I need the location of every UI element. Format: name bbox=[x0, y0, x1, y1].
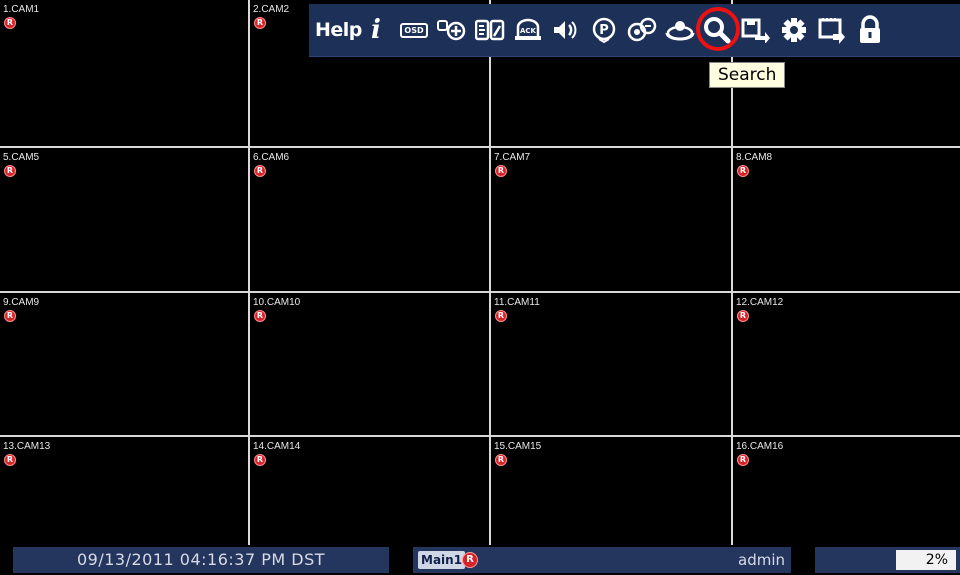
lock-icon bbox=[860, 15, 880, 43]
main-monitor-panel: Main1 R admin bbox=[413, 547, 791, 573]
audio-button[interactable] bbox=[549, 10, 583, 50]
record-icon: R bbox=[495, 454, 507, 466]
info-button[interactable]: i bbox=[359, 10, 393, 50]
disk-usage-panel: 2% bbox=[815, 547, 960, 573]
osd-button[interactable]: OSD bbox=[397, 10, 431, 50]
camera-label: 14.CAM14 bbox=[253, 441, 301, 452]
camera-tile[interactable]: 16.CAM16 R bbox=[733, 437, 960, 545]
clip-copy-icon bbox=[818, 18, 845, 44]
datetime-display: 09/13/2011 04:16:37 PM DST bbox=[13, 547, 389, 573]
camera-label: 11.CAM11 bbox=[494, 297, 540, 308]
help-button[interactable]: Help bbox=[315, 19, 362, 41]
camera-label: 7.CAM7 bbox=[494, 152, 531, 163]
record-icon: R bbox=[737, 310, 749, 322]
camera-label: 16.CAM16 bbox=[736, 441, 784, 452]
audio-icon bbox=[554, 21, 577, 39]
camera-label: 5.CAM5 bbox=[3, 152, 40, 163]
camera-tile[interactable]: 9.CAM9 R bbox=[0, 293, 248, 435]
camera-tile[interactable]: 11.CAM11 R bbox=[491, 293, 731, 435]
grid-divider bbox=[489, 0, 491, 545]
camera-grid: 1.CAM1 R 2.CAM2 R 5.CAM5 R 6.CAM6 R 7.CAM7 R 8.CAM… bbox=[0, 0, 960, 545]
camera-tile[interactable]: 12.CAM12 R bbox=[733, 293, 960, 435]
record-icon: R bbox=[4, 165, 16, 177]
setup-icon bbox=[782, 18, 806, 42]
toolbar: Help i OSD ACK P bbox=[309, 4, 960, 57]
freeze-button[interactable] bbox=[473, 10, 507, 50]
grid-divider bbox=[0, 291, 960, 293]
camera-tile[interactable]: 15.CAM15 R bbox=[491, 437, 731, 545]
main-monitor-label[interactable]: Main1 bbox=[418, 551, 466, 569]
record-icon: R bbox=[254, 17, 266, 29]
camera-label: 12.CAM12 bbox=[736, 297, 784, 308]
group-icon bbox=[627, 17, 657, 42]
camera-tile[interactable]: 8.CAM8 R bbox=[733, 148, 960, 291]
status-bar: 09/13/2011 04:16:37 PM DST Main1 R admin… bbox=[0, 545, 960, 575]
grid-divider bbox=[0, 435, 960, 437]
setup-button[interactable] bbox=[777, 10, 811, 50]
user-name: admin bbox=[738, 551, 785, 569]
record-icon: R bbox=[4, 454, 16, 466]
main-record-icon: R bbox=[462, 552, 478, 568]
svg-text:P: P bbox=[599, 23, 609, 38]
camera-label: 8.CAM8 bbox=[736, 152, 773, 163]
search-button[interactable] bbox=[696, 7, 740, 51]
grid-divider bbox=[248, 0, 250, 545]
freeze-icon bbox=[475, 19, 505, 41]
zoom-button[interactable] bbox=[435, 10, 469, 50]
camera-label: 1.CAM1 bbox=[3, 4, 40, 15]
record-icon: R bbox=[495, 310, 507, 322]
record-icon: R bbox=[737, 454, 749, 466]
record-icon: R bbox=[737, 165, 749, 177]
export-icon bbox=[741, 18, 770, 43]
camera-label: 6.CAM6 bbox=[253, 152, 290, 163]
camera-label: 13.CAM13 bbox=[3, 441, 51, 452]
sequence-button[interactable] bbox=[663, 10, 697, 50]
disk-usage: 2% bbox=[896, 550, 956, 570]
record-icon: R bbox=[254, 165, 266, 177]
group-button[interactable] bbox=[625, 10, 659, 50]
camera-tile[interactable]: 13.CAM13 R bbox=[0, 437, 248, 545]
alarm-ack-button[interactable]: ACK bbox=[511, 10, 545, 50]
camera-label: 2.CAM2 bbox=[253, 4, 290, 15]
sequence-icon bbox=[665, 21, 695, 41]
ptz-icon: P bbox=[592, 17, 616, 43]
camera-label: 10.CAM10 bbox=[253, 297, 301, 308]
record-icon: R bbox=[495, 165, 507, 177]
camera-tile[interactable]: 7.CAM7 R bbox=[491, 148, 731, 291]
record-icon: R bbox=[4, 310, 16, 322]
search-tooltip: Search bbox=[709, 62, 786, 88]
camera-label: 15.CAM15 bbox=[494, 441, 542, 452]
record-icon: R bbox=[4, 17, 16, 29]
zoom-icon bbox=[437, 20, 466, 41]
record-icon: R bbox=[254, 454, 266, 466]
osd-icon: OSD bbox=[400, 22, 428, 38]
search-highlight-ring bbox=[696, 7, 740, 51]
clip-copy-button[interactable] bbox=[815, 10, 849, 50]
lock-button[interactable] bbox=[853, 10, 887, 50]
ptz-button[interactable]: P bbox=[587, 10, 621, 50]
camera-tile[interactable]: 14.CAM14 R bbox=[250, 437, 489, 545]
grid-divider bbox=[0, 146, 960, 148]
camera-tile[interactable]: 10.CAM10 R bbox=[250, 293, 489, 435]
camera-tile[interactable]: 6.CAM6 R bbox=[250, 148, 489, 291]
info-icon: i bbox=[371, 15, 381, 45]
svg-text:ACK: ACK bbox=[520, 27, 537, 35]
alarm-ack-icon: ACK bbox=[515, 18, 541, 40]
export-button[interactable] bbox=[739, 10, 773, 50]
camera-tile[interactable]: 1.CAM1 R bbox=[0, 0, 248, 146]
camera-tile[interactable]: 5.CAM5 R bbox=[0, 148, 248, 291]
camera-label: 9.CAM9 bbox=[3, 297, 40, 308]
record-icon: R bbox=[254, 310, 266, 322]
